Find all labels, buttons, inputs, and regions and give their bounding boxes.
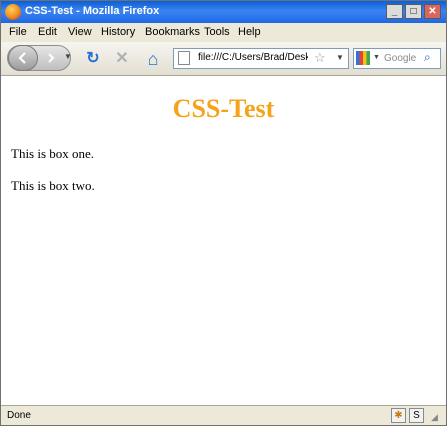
- menu-file[interactable]: File: [9, 26, 27, 38]
- menu-edit[interactable]: Edit: [38, 26, 57, 38]
- minimize-button[interactable]: _: [386, 4, 403, 19]
- arrow-right-icon: [48, 53, 55, 63]
- menu-history[interactable]: History: [101, 26, 135, 38]
- window-title: CSS-Test - Mozilla Firefox: [25, 5, 160, 17]
- menu-view[interactable]: View: [68, 26, 92, 38]
- box-two: This is box two.: [11, 178, 95, 193]
- address-bar[interactable]: file:///C:/Users/Brad/Desktop/ ☆ ▼: [173, 48, 349, 69]
- search-icon[interactable]: ⌕: [424, 50, 431, 65]
- google-engine-icon[interactable]: [356, 51, 370, 65]
- forward-button[interactable]: [40, 48, 62, 68]
- menu-tools[interactable]: Tools: [204, 26, 230, 38]
- reload-icon[interactable]: ↻: [83, 49, 103, 69]
- resize-grip-icon[interactable]: ◢: [431, 412, 438, 423]
- s-icon[interactable]: S: [409, 408, 424, 423]
- page-content: CSS-Test This is box one. This is box tw…: [1, 76, 446, 405]
- page-heading: CSS-Test: [172, 94, 275, 123]
- history-dropdown-icon[interactable]: ▼: [64, 52, 72, 61]
- status-bar: Done ✱ S ◢: [1, 405, 446, 425]
- maximize-button[interactable]: □: [405, 4, 422, 19]
- menu-help[interactable]: Help: [238, 26, 261, 38]
- back-button[interactable]: [8, 45, 38, 71]
- arrow-left-icon: [18, 52, 26, 64]
- browser-window: CSS-Test - Mozilla Firefox _ □ ✕ File Ed…: [0, 0, 447, 426]
- url-text[interactable]: file:///C:/Users/Brad/Desktop/: [198, 52, 308, 63]
- bookmark-star-icon[interactable]: ☆: [314, 50, 326, 66]
- home-icon[interactable]: ⌂: [143, 49, 163, 69]
- firefox-icon: [5, 4, 21, 20]
- search-box[interactable]: ▼ Google ⌕: [353, 48, 441, 69]
- status-text: Done: [7, 410, 31, 421]
- addon-icon[interactable]: ✱: [391, 408, 406, 423]
- menu-bar: File Edit View History Bookmarks Tools H…: [1, 23, 446, 42]
- box-one: This is box one.: [11, 146, 95, 161]
- title-bar[interactable]: CSS-Test - Mozilla Firefox _ □ ✕: [1, 1, 446, 23]
- back-forward-group: ▼: [7, 45, 72, 71]
- search-input[interactable]: Google: [384, 53, 416, 64]
- url-dropdown-icon[interactable]: ▼: [336, 53, 344, 62]
- engine-dropdown-icon[interactable]: ▼: [373, 54, 380, 61]
- stop-icon[interactable]: ✕: [112, 49, 132, 69]
- close-button[interactable]: ✕: [424, 4, 441, 19]
- navigation-toolbar: ▼ ↻ ✕ ⌂ file:///C:/Users/Brad/Desktop/ ☆…: [1, 42, 446, 76]
- menu-bookmarks[interactable]: Bookmarks: [145, 26, 200, 38]
- page-icon: [178, 51, 190, 65]
